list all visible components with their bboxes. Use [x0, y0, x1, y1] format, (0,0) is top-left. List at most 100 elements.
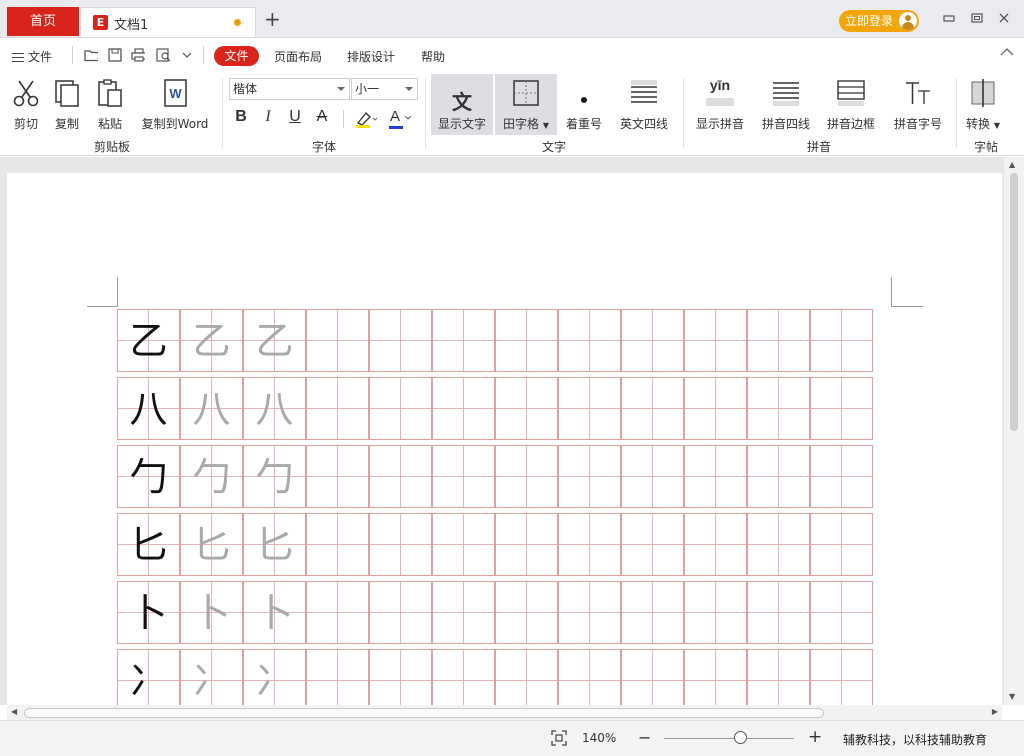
grid-cell[interactable]	[432, 513, 495, 576]
grid-cell[interactable]	[369, 513, 432, 576]
horizontal-scroll-thumb[interactable]	[24, 708, 824, 718]
grid-cell[interactable]	[558, 377, 621, 440]
grid-cell[interactable]	[495, 377, 558, 440]
strikethrough-button[interactable]: A	[312, 108, 332, 126]
grid-cell[interactable]: 冫	[117, 649, 180, 705]
grid-cell[interactable]: 匕	[117, 513, 180, 576]
bold-button[interactable]: B	[231, 108, 251, 126]
grid-cell[interactable]	[621, 445, 684, 508]
document-page[interactable]: 乙乙乙八八八勹勹勹匕匕匕卜卜卜冫冫冫	[7, 173, 1002, 705]
font-color-button[interactable]: A	[388, 108, 414, 130]
grid-cell[interactable]	[621, 309, 684, 372]
font-size-select[interactable]: 小一	[351, 78, 418, 100]
tab-home[interactable]: 首页	[7, 7, 79, 36]
show-pinyin-button[interactable]: yīn 显示拼音	[693, 72, 747, 132]
grid-cell[interactable]	[369, 309, 432, 372]
grid-cell[interactable]: 匕	[180, 513, 243, 576]
grid-cell[interactable]	[558, 445, 621, 508]
grid-cell[interactable]	[558, 513, 621, 576]
restore-button[interactable]	[969, 12, 985, 28]
grid-cell[interactable]	[747, 309, 810, 372]
grid-cell[interactable]	[369, 581, 432, 644]
grid-cell[interactable]	[810, 513, 873, 576]
grid-cell[interactable]	[306, 445, 369, 508]
grid-cell[interactable]	[432, 649, 495, 705]
pinyin-border-button[interactable]: 拼音边框	[823, 72, 879, 132]
tab-typesetting[interactable]: 排版设计	[347, 48, 395, 65]
zoom-slider[interactable]	[664, 738, 794, 739]
grid-cell[interactable]	[369, 377, 432, 440]
scroll-up-icon[interactable]: ▲	[1009, 160, 1015, 169]
pinyin-font-size-button[interactable]: 拼音字号	[890, 72, 946, 132]
scroll-down-icon[interactable]: ▼	[1009, 692, 1015, 701]
vertical-scrollbar[interactable]: ▲ ▼	[1004, 157, 1024, 705]
grid-cell[interactable]: 卜	[180, 581, 243, 644]
grid-cell[interactable]	[747, 649, 810, 705]
print-preview-icon[interactable]	[156, 48, 170, 62]
file-menu-button[interactable]: 文件	[12, 48, 52, 65]
english-four-line-button[interactable]: 英文四线	[616, 72, 672, 132]
grid-cell[interactable]: 卜	[117, 581, 180, 644]
grid-cell[interactable]: 乙	[243, 309, 306, 372]
grid-cell[interactable]	[306, 649, 369, 705]
tab-page-layout[interactable]: 页面布局	[274, 48, 322, 65]
tianzige-button[interactable]: 田字格 ▼	[495, 72, 557, 132]
grid-cell[interactable]: 八	[117, 377, 180, 440]
grid-cell[interactable]: 勹	[180, 445, 243, 508]
grid-cell[interactable]	[684, 377, 747, 440]
grid-cell[interactable]: 乙	[180, 309, 243, 372]
new-tab-button[interactable]: +	[264, 9, 281, 29]
italic-button[interactable]: I	[258, 108, 278, 126]
grid-cell[interactable]	[369, 445, 432, 508]
save-icon[interactable]	[108, 48, 122, 62]
grid-cell[interactable]	[747, 377, 810, 440]
grid-cell[interactable]	[621, 581, 684, 644]
copy-to-word-button[interactable]: W 复制到Word	[137, 72, 213, 132]
minimize-button[interactable]	[941, 12, 957, 28]
grid-cell[interactable]	[747, 445, 810, 508]
grid-cell[interactable]	[495, 581, 558, 644]
scroll-right-icon[interactable]: ▶	[992, 707, 998, 716]
paste-button[interactable]: 粘贴	[92, 72, 128, 132]
grid-cell[interactable]: 冫	[243, 649, 306, 705]
grid-cell[interactable]	[495, 309, 558, 372]
grid-cell[interactable]: 匕	[243, 513, 306, 576]
grid-cell[interactable]	[684, 445, 747, 508]
grid-cell[interactable]	[684, 309, 747, 372]
convert-button[interactable]: 转换 ▼	[962, 72, 1004, 132]
grid-cell[interactable]	[432, 445, 495, 508]
tab-document[interactable]: E 文档1	[80, 7, 256, 37]
grid-cell[interactable]	[558, 309, 621, 372]
grid-cell[interactable]	[621, 513, 684, 576]
zoom-in-button[interactable]: +	[808, 727, 822, 747]
tab-help[interactable]: 帮助	[421, 48, 445, 65]
grid-cell[interactable]	[306, 581, 369, 644]
grid-cell[interactable]	[558, 581, 621, 644]
copy-button[interactable]: 复制	[49, 72, 85, 132]
grid-cell[interactable]	[306, 377, 369, 440]
open-folder-icon[interactable]	[84, 48, 98, 62]
emphasis-mark-button[interactable]: 着重号	[562, 72, 606, 132]
underline-button[interactable]: U	[285, 108, 305, 126]
grid-cell[interactable]	[495, 513, 558, 576]
grid-cell[interactable]	[810, 309, 873, 372]
grid-cell[interactable]	[495, 649, 558, 705]
vertical-scroll-thumb[interactable]	[1010, 173, 1018, 431]
grid-cell[interactable]	[684, 649, 747, 705]
grid-cell[interactable]	[810, 445, 873, 508]
grid-cell[interactable]: 八	[180, 377, 243, 440]
grid-cell[interactable]	[747, 513, 810, 576]
close-button[interactable]	[996, 12, 1012, 28]
grid-cell[interactable]	[684, 581, 747, 644]
horizontal-scrollbar[interactable]: ◀ ▶	[7, 705, 1002, 720]
tab-file[interactable]: 文件	[214, 46, 259, 66]
grid-cell[interactable]	[810, 581, 873, 644]
grid-cell[interactable]	[432, 581, 495, 644]
grid-cell[interactable]	[306, 309, 369, 372]
grid-cell[interactable]	[621, 377, 684, 440]
scroll-left-icon[interactable]: ◀	[11, 707, 17, 716]
grid-cell[interactable]: 乙	[117, 309, 180, 372]
collapse-ribbon-button[interactable]	[1000, 46, 1014, 61]
grid-cell[interactable]	[810, 649, 873, 705]
grid-cell[interactable]	[495, 445, 558, 508]
